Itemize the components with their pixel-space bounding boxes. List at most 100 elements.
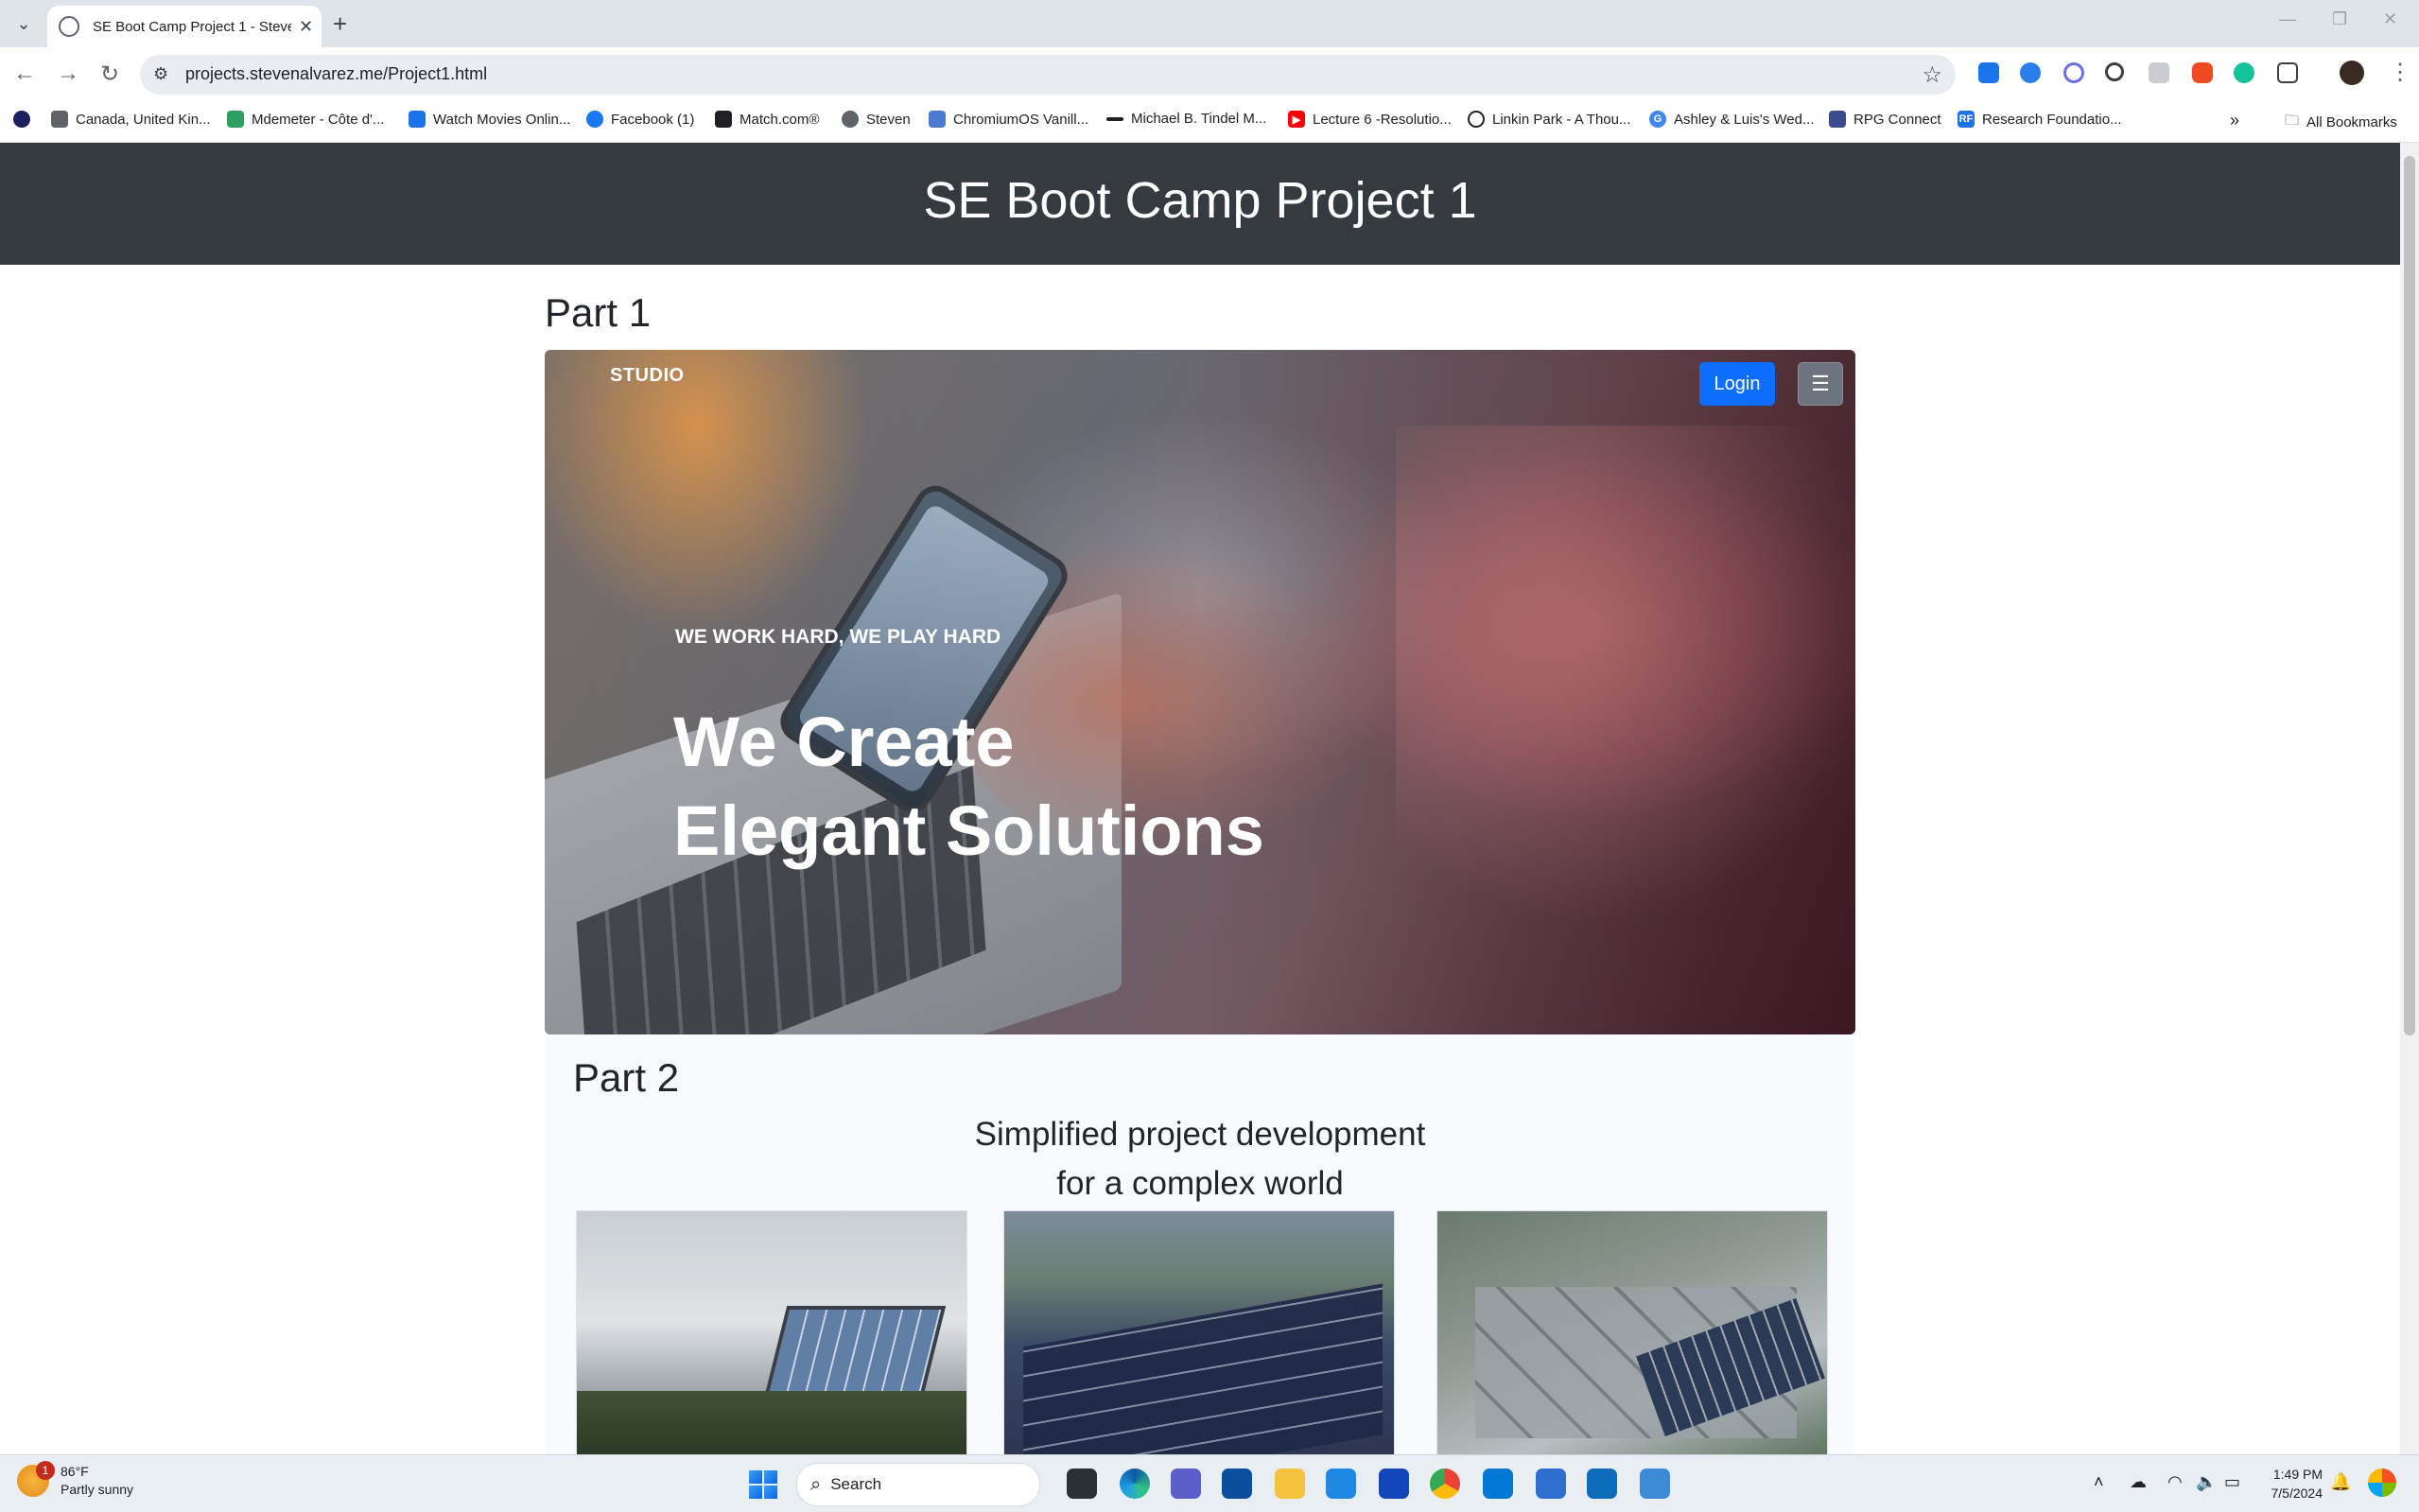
app-icon[interactable] — [1326, 1469, 1356, 1499]
bookmark-label: Ashley & Luis's Wed... — [1674, 111, 1815, 128]
forward-icon[interactable]: → — [57, 61, 79, 87]
windows-start-icon[interactable] — [749, 1470, 777, 1499]
volume-icon[interactable]: 🔈 — [2196, 1472, 2217, 1492]
more-bookmarks-icon[interactable]: » — [2230, 111, 2239, 130]
extensions-puzzle-icon[interactable] — [2277, 62, 2298, 83]
weather-widget[interactable]: 1 86°F Partly sunny — [17, 1461, 134, 1499]
store-icon[interactable] — [1222, 1469, 1252, 1499]
part2-section: Part 2 Simplified project development fo… — [545, 1034, 1855, 1454]
bookmark-item[interactable]: Facebook (1) — [586, 111, 694, 128]
bookmark-label: Research Foundatio... — [1982, 111, 2122, 128]
grammarly-icon[interactable] — [2234, 62, 2254, 83]
reload-icon[interactable]: ↻ — [100, 61, 119, 88]
minimize-icon[interactable]: — — [2279, 9, 2296, 29]
search-label: Search — [830, 1475, 882, 1493]
all-bookmarks-button[interactable]: 🗀 All Bookmarks — [2285, 111, 2397, 134]
hero-headline: We Create Elegant Solutions — [673, 698, 1264, 876]
bookmark-favicon — [51, 111, 68, 128]
bookmark-item[interactable]: Canada, United Kin... — [51, 111, 211, 128]
vscode-icon[interactable] — [1483, 1469, 1513, 1499]
teams-icon[interactable] — [1171, 1469, 1201, 1499]
hamburger-menu-icon[interactable]: ☰ — [1798, 362, 1843, 406]
battery-icon[interactable]: ▭ — [2224, 1472, 2240, 1492]
login-button[interactable]: Login — [1699, 362, 1775, 406]
snipping-tool-icon[interactable] — [1640, 1469, 1670, 1499]
wifi-icon[interactable]: ◠ — [2167, 1472, 2183, 1492]
windows-taskbar: 1 86°F Partly sunny ⌕ Search ˄ ☁ ◠ 🔈 ▭ 1… — [0, 1454, 2419, 1512]
more-menu-icon[interactable]: ⋮ — [2389, 59, 2411, 86]
app-icon[interactable] — [1379, 1469, 1409, 1499]
search-icon: ⌕ — [810, 1473, 822, 1495]
page-scrollbar[interactable] — [2400, 143, 2419, 1454]
extension-icon[interactable] — [2020, 62, 2041, 83]
taskbar-clock[interactable]: 1:49 PM 7/5/2024 — [2262, 1465, 2323, 1503]
close-window-icon[interactable]: ✕ — [2383, 9, 2397, 29]
extension-icon[interactable] — [2149, 62, 2169, 83]
chevron-up-icon[interactable]: ˄ — [2094, 1472, 2104, 1492]
site-info-icon[interactable]: ⚙ — [153, 64, 168, 84]
chevron-down-icon: ⌄ — [16, 13, 31, 33]
clock-date: 7/5/2024 — [2271, 1486, 2323, 1501]
bookmark-item[interactable]: RF Research Foundatio... — [1958, 111, 2122, 128]
bookmark-item[interactable]: ChromiumOS Vanill... — [929, 111, 1088, 128]
copilot-icon[interactable] — [2368, 1469, 2396, 1497]
browser-tab-active[interactable]: SE Boot Camp Project 1 - Steve ✕ — [47, 6, 322, 47]
hero-section: STUDIO Login ☰ WE WORK HARD, WE PLAY HAR… — [545, 350, 1855, 1034]
address-bar[interactable]: ⚙ projects.stevenalvarez.me/Project1.htm… — [140, 55, 1956, 95]
scrollbar-thumb[interactable] — [2404, 156, 2415, 1035]
tab-search-button[interactable]: ⌄ — [11, 11, 36, 36]
browser-toolbar: ← → ↻ ⚙ projects.stevenalvarez.me/Projec… — [0, 47, 2419, 102]
hero-overlay — [545, 350, 1855, 1034]
part2-heading: Part 2 — [573, 1055, 680, 1100]
clock-time: 1:49 PM — [2272, 1467, 2323, 1482]
extension-icon[interactable] — [2192, 62, 2213, 83]
bookmark-icon-only[interactable] — [13, 111, 38, 128]
partly-sunny-icon: 1 — [17, 1461, 55, 1497]
restore-icon[interactable]: ❐ — [2332, 9, 2347, 29]
tab-strip: ⌄ SE Boot Camp Project 1 - Steve ✕ + — ❐… — [0, 0, 2419, 47]
download-extension-icon[interactable] — [1978, 62, 1999, 83]
brand-logo[interactable]: STUDIO — [610, 365, 685, 387]
url-text[interactable]: projects.stevenalvarez.me/Project1.html — [185, 64, 487, 84]
back-icon[interactable]: ← — [13, 61, 36, 87]
taskbar-search[interactable]: ⌕ Search — [796, 1463, 1040, 1506]
bookmark-item[interactable]: G Ashley & Luis's Wed... — [1649, 111, 1814, 128]
close-tab-icon[interactable]: ✕ — [299, 17, 313, 37]
outlook-icon[interactable] — [1587, 1469, 1617, 1499]
bookmark-item[interactable]: Mdemeter - Côte d'... — [227, 111, 384, 128]
solar-panel-image — [763, 1306, 947, 1399]
part2-subtitle-line2: for a complex world — [1056, 1165, 1344, 1202]
hero-headline-line2: Elegant Solutions — [673, 791, 1264, 870]
solar-roof-image — [1023, 1283, 1383, 1454]
bookmark-item[interactable]: Match.com® — [715, 111, 819, 128]
onedrive-icon[interactable]: ☁ — [2130, 1472, 2147, 1492]
bookmark-item[interactable]: Michael B. Tindel M... — [1106, 111, 1266, 127]
extension-icon[interactable] — [2063, 62, 2084, 83]
task-view-icon[interactable] — [1067, 1469, 1097, 1499]
bookmark-item[interactable]: Linkin Park - A Thou... — [1468, 111, 1630, 128]
chrome-icon[interactable] — [1430, 1469, 1460, 1499]
bookmark-item[interactable]: ▶ Lecture 6 -Resolutio... — [1288, 111, 1452, 128]
bookmark-favicon — [409, 111, 426, 128]
avatar[interactable] — [2340, 61, 2364, 85]
bookmark-favicon — [1829, 111, 1846, 128]
hero-tagline: WE WORK HARD, WE PLAY HARD — [675, 626, 1001, 648]
edge-icon[interactable] — [1120, 1469, 1150, 1499]
bookmark-label: Facebook (1) — [611, 111, 695, 128]
notepad-icon[interactable] — [1536, 1469, 1566, 1499]
notification-bell-icon[interactable]: 🔔 — [2330, 1472, 2351, 1492]
bookmark-item[interactable]: Steven — [842, 111, 911, 128]
solar-card-image-3 — [1436, 1210, 1828, 1454]
bookmark-label: Linkin Park - A Thou... — [1492, 111, 1631, 128]
zoom-icon[interactable] — [2105, 62, 2124, 81]
solar-card-image-1 — [576, 1210, 967, 1454]
file-explorer-icon[interactable] — [1275, 1469, 1305, 1499]
new-tab-button[interactable]: + — [333, 9, 347, 38]
weather-desc: Partly sunny — [61, 1482, 134, 1497]
tab-title: SE Boot Camp Project 1 - Steve — [93, 18, 291, 35]
bookmark-favicon — [929, 111, 946, 128]
bookmark-star-icon[interactable]: ☆ — [1922, 61, 1942, 89]
bookmark-item[interactable]: RPG Connect — [1829, 111, 1941, 128]
bookmarks-bar: Canada, United Kin... Mdemeter - Côte d'… — [0, 102, 2419, 143]
bookmark-item[interactable]: Watch Movies Onlin... — [409, 111, 570, 128]
